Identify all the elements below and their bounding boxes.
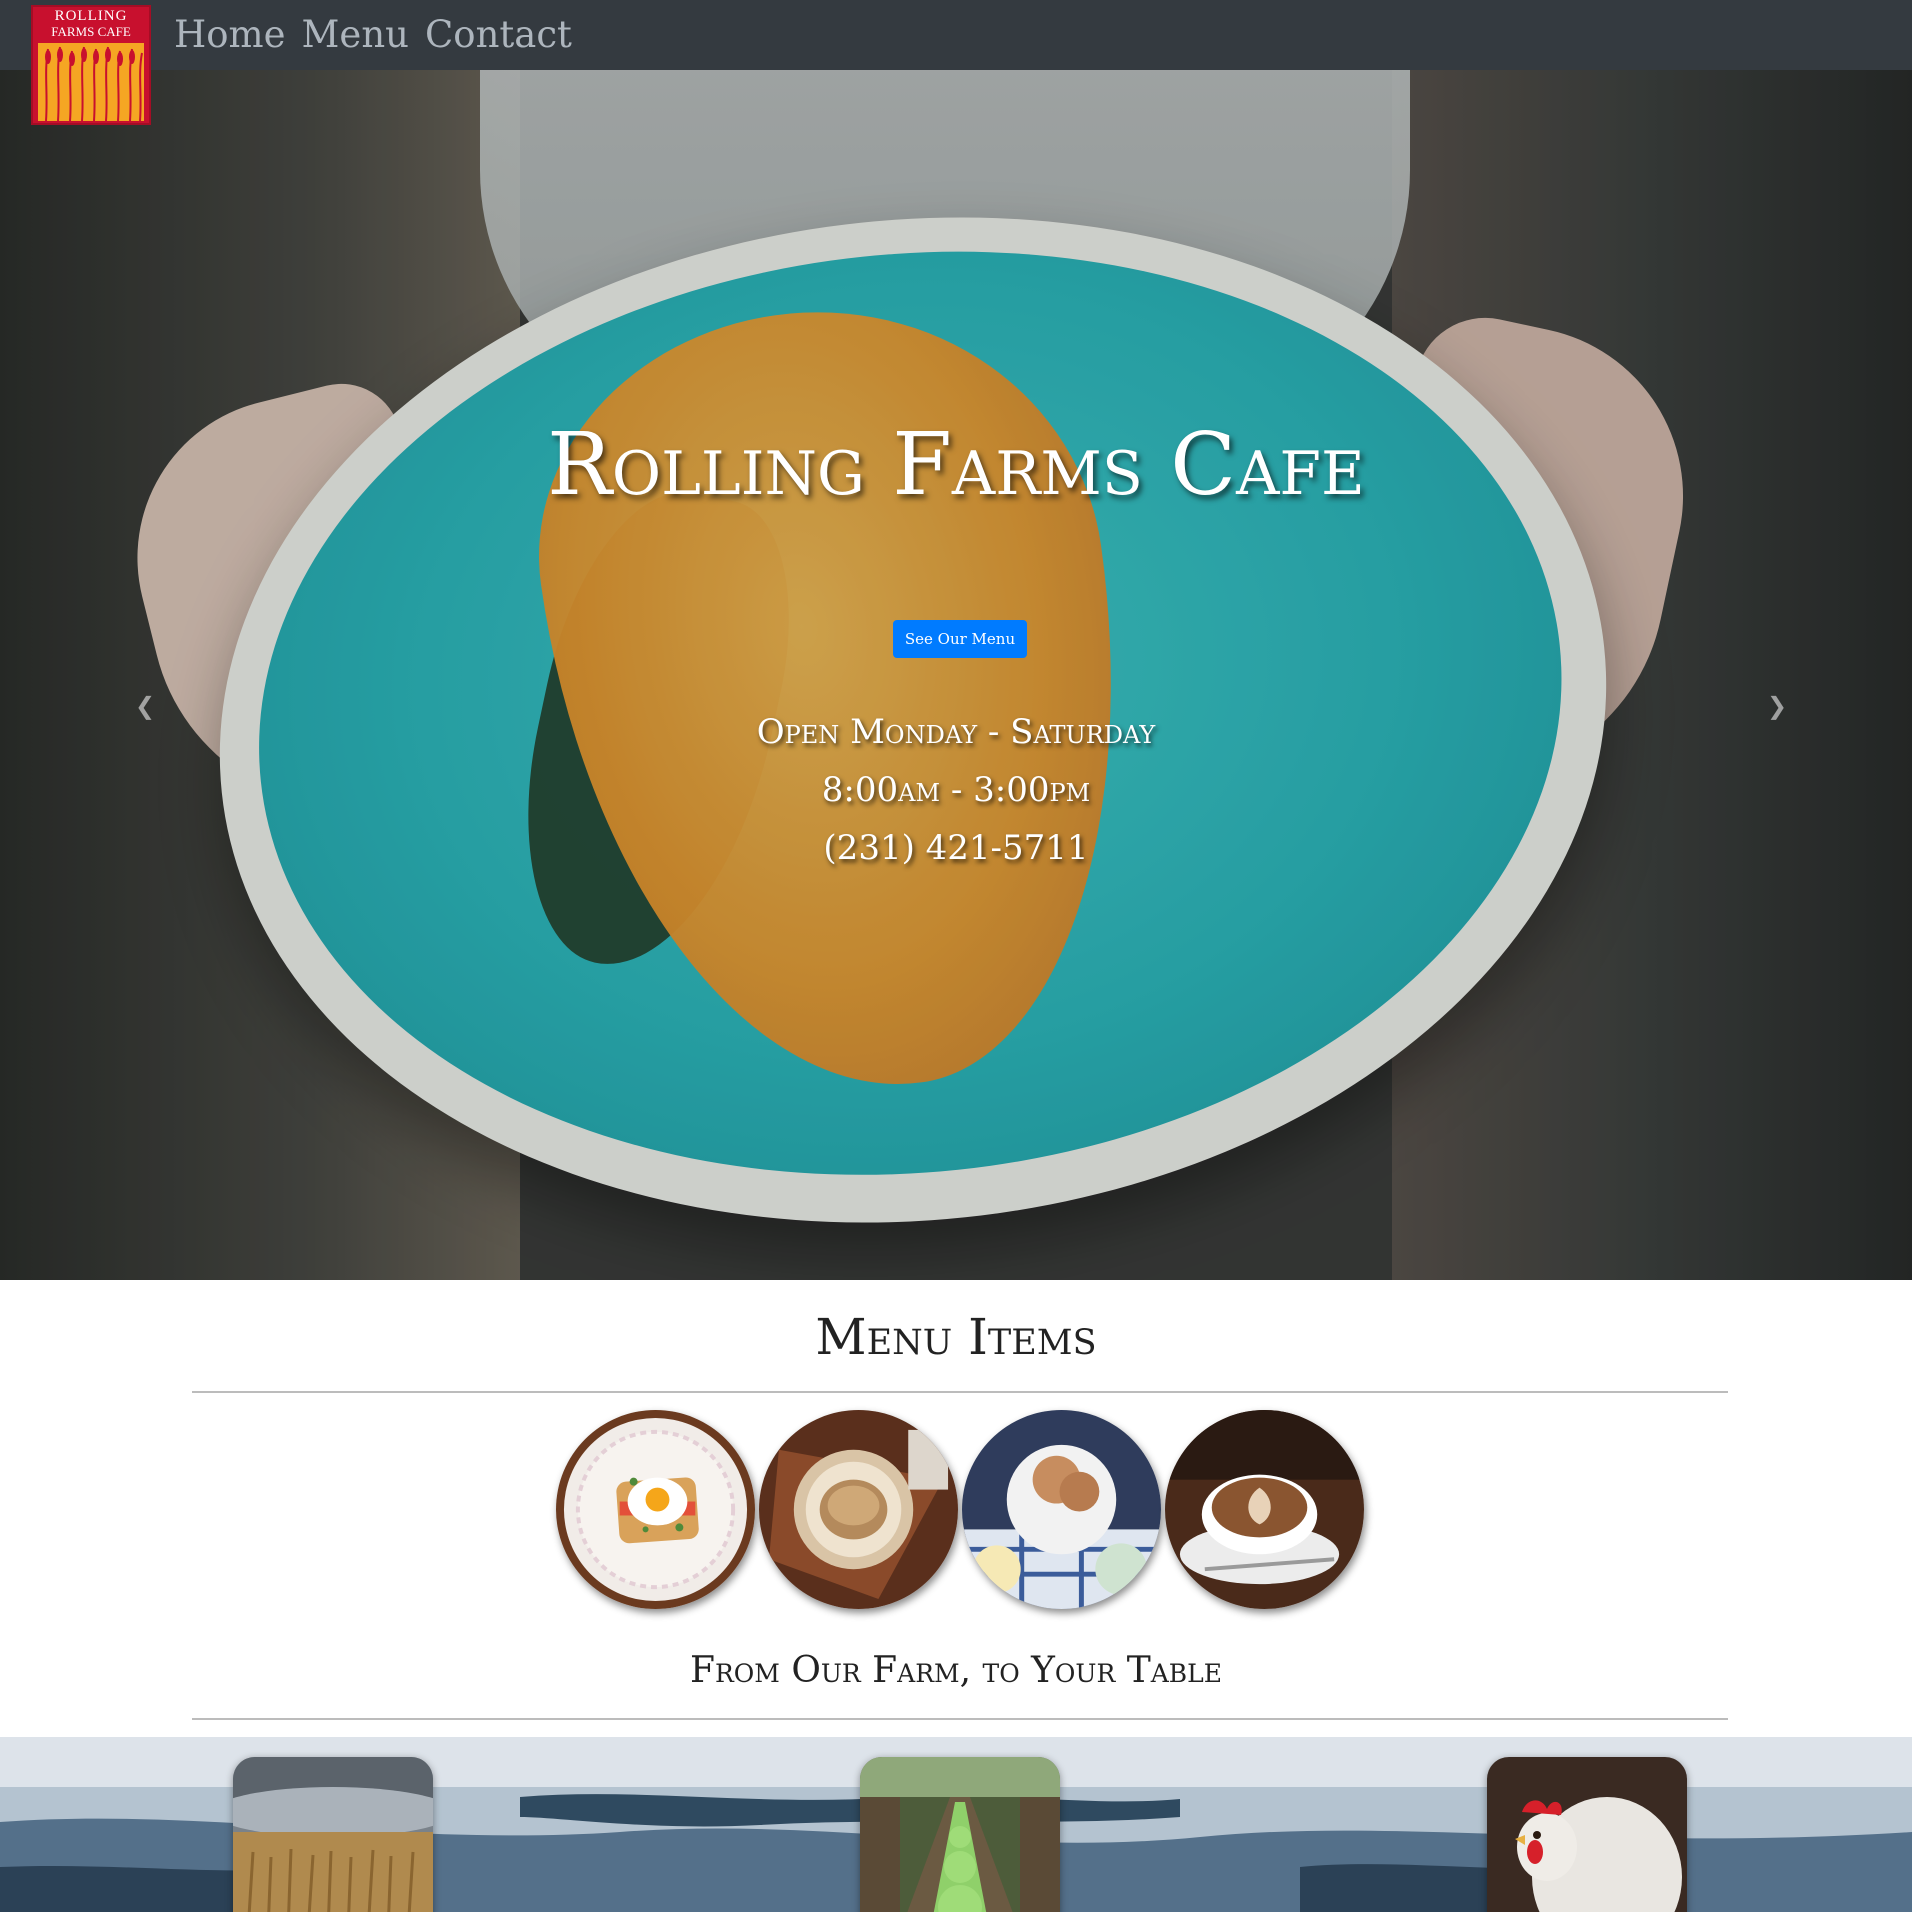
farm-strip bbox=[0, 1737, 1912, 1912]
nav-link-home[interactable]: Home bbox=[174, 10, 286, 60]
logo-text: ROLLING FARMS CAFE bbox=[33, 8, 149, 40]
divider bbox=[192, 1718, 1728, 1720]
menu-items-gallery bbox=[556, 1410, 1364, 1609]
ice-cream-image[interactable] bbox=[962, 1410, 1161, 1609]
hero-title: Rolling Farms Cafe bbox=[547, 415, 1365, 515]
logo-line-farms-cafe: FARMS CAFE bbox=[51, 24, 131, 39]
lettuce-garden-image[interactable] bbox=[860, 1757, 1060, 1912]
chicken-image[interactable] bbox=[1487, 1757, 1687, 1912]
wheat-icon bbox=[38, 43, 144, 121]
see-our-menu-button[interactable]: See Our Menu bbox=[893, 620, 1027, 658]
hours-days: Open Monday - Saturday bbox=[756, 712, 1156, 752]
latte-image[interactable] bbox=[1165, 1410, 1364, 1609]
logo-line-rolling: ROLLING bbox=[54, 8, 128, 24]
divider bbox=[192, 1391, 1728, 1393]
logo[interactable]: ROLLING FARMS CAFE bbox=[31, 5, 151, 125]
menu-items-heading: Menu Items bbox=[815, 1308, 1097, 1366]
sandwich-image[interactable] bbox=[759, 1410, 958, 1609]
hero-carousel: ❮ ❯ bbox=[0, 70, 1912, 1280]
nav-link-contact[interactable]: Contact bbox=[425, 10, 572, 60]
farm-heading: From Our Farm, to Your Table bbox=[689, 1650, 1223, 1691]
wheat-field-image[interactable] bbox=[233, 1757, 433, 1912]
hero-overlay bbox=[0, 70, 1912, 1280]
egg-toast-image[interactable] bbox=[556, 1410, 755, 1609]
phone-number: (231) 421-5711 bbox=[823, 828, 1089, 868]
nav-link-menu[interactable]: Menu bbox=[302, 10, 409, 60]
navbar: Home Menu Contact bbox=[0, 0, 1912, 70]
hours-time: 8:00am - 3:00pm bbox=[821, 770, 1091, 810]
nav-links: Home Menu Contact bbox=[174, 10, 572, 60]
